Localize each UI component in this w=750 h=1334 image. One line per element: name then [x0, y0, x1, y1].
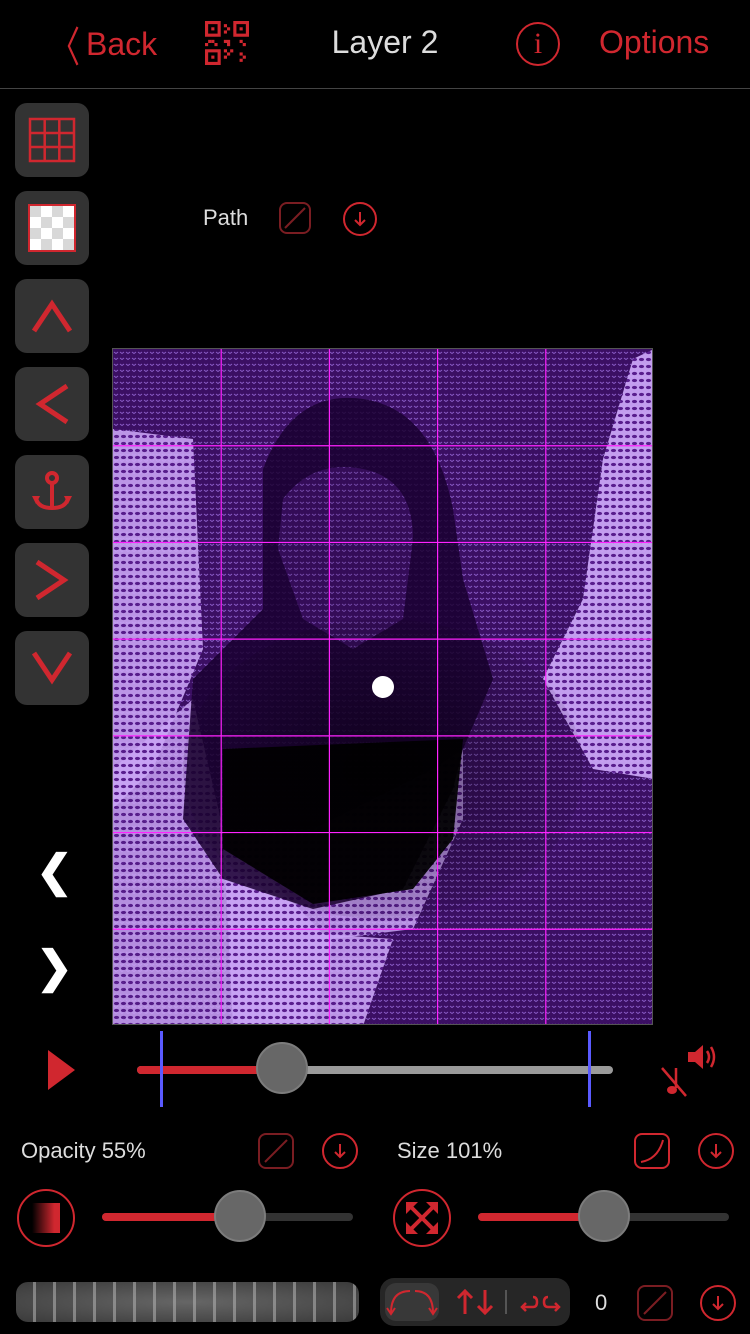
rotation-value: 0 [595, 1290, 608, 1315]
gradient-square-icon [32, 1203, 60, 1233]
move-left-button[interactable] [15, 367, 89, 441]
layer-canvas[interactable] [112, 348, 653, 1025]
anchor-button[interactable] [15, 455, 89, 529]
opacity-label: Opacity 55% [21, 1138, 146, 1163]
play-button[interactable] [48, 1050, 75, 1090]
timeline-slider[interactable] [137, 1066, 613, 1074]
flip-horizontal-button[interactable] [518, 1292, 562, 1317]
size-curve-button[interactable] [634, 1133, 670, 1169]
rotate-mode-button[interactable] [385, 1283, 439, 1321]
timeline-thumb[interactable] [256, 1042, 309, 1094]
rotation-curve-button[interactable] [637, 1285, 673, 1321]
opacity-keyframe-button[interactable] [322, 1133, 358, 1169]
ease-curve-icon [640, 1139, 664, 1163]
move-right-button[interactable] [15, 543, 89, 617]
previous-layer-button[interactable]: ❮ [36, 846, 73, 897]
linear-curve-icon [284, 207, 306, 229]
arrow-down-circle-icon [712, 1296, 724, 1311]
arrow-down-icon [31, 651, 73, 685]
anchor-point-handle [372, 676, 394, 698]
rotation-jog-wheel[interactable] [16, 1282, 359, 1322]
linear-curve-icon [264, 1139, 288, 1163]
move-down-button[interactable] [15, 631, 89, 705]
timeline-start-marker[interactable] [159, 1031, 163, 1107]
nav-bar: 〈 Back Layer 2 i Options [0, 0, 750, 89]
opacity-mode-button[interactable] [17, 1189, 75, 1247]
transparency-toggle-button[interactable] [15, 191, 89, 265]
up-down-arrows-icon [456, 1288, 494, 1316]
flip-vertical-button[interactable] [455, 1288, 495, 1321]
info-button[interactable]: i [516, 22, 560, 66]
info-icon: i [533, 27, 543, 60]
anchor-icon [32, 471, 72, 511]
size-keyframe-button[interactable] [698, 1133, 734, 1169]
transform-mode-segmented-control [380, 1278, 570, 1326]
path-curve-button[interactable] [279, 202, 311, 234]
arrow-down-circle-icon [354, 212, 366, 227]
timeline-end-marker[interactable] [588, 1031, 592, 1107]
undo-redo-arrows-icon [520, 1295, 561, 1312]
size-mode-button[interactable] [393, 1189, 451, 1247]
checkerboard-icon [28, 204, 76, 252]
rotate-arrows-icon [386, 1290, 438, 1316]
segment-divider [505, 1290, 507, 1314]
layer-image [113, 349, 652, 1024]
size-slider-thumb[interactable] [577, 1190, 630, 1242]
opacity-slider-thumb[interactable] [214, 1190, 267, 1242]
path-keyframe-button[interactable] [343, 202, 377, 236]
opacity-curve-button[interactable] [258, 1133, 294, 1169]
move-up-button[interactable] [15, 279, 89, 353]
rotation-keyframe-button[interactable] [700, 1285, 736, 1321]
path-label: Path [203, 205, 249, 230]
linear-curve-icon [643, 1291, 667, 1315]
music-mute-button[interactable] [658, 1066, 692, 1103]
arrow-down-circle-icon [334, 1144, 346, 1159]
arrow-left-icon [35, 383, 69, 425]
next-layer-button[interactable]: ❯ [36, 942, 73, 993]
options-button[interactable]: Options [599, 24, 709, 61]
music-off-icon [661, 1067, 687, 1097]
arrow-down-circle-icon [710, 1144, 722, 1159]
arrow-up-icon [31, 299, 73, 333]
arrow-right-icon [35, 559, 69, 601]
expand-arrows-icon [406, 1202, 438, 1234]
grid-icon [28, 117, 76, 163]
size-label: Size 101% [397, 1138, 503, 1163]
grid-toggle-button[interactable] [15, 103, 89, 177]
